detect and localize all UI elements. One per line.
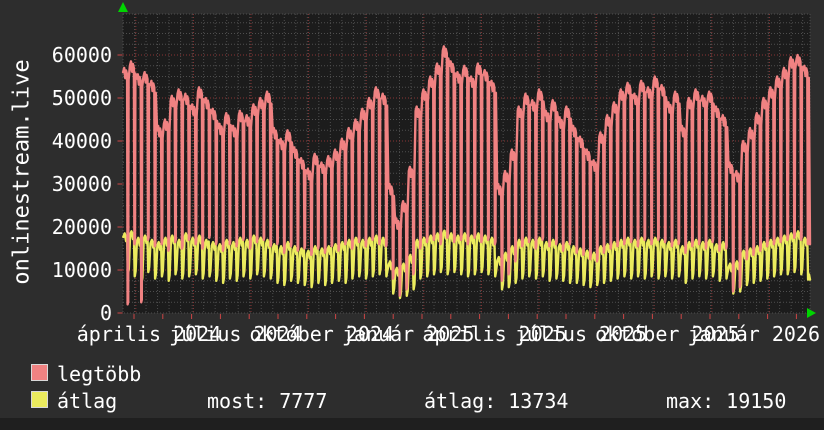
stat-most: most: 7777 [207,389,327,413]
legend-swatch-atlag [31,391,48,408]
stat-most-label: most: [207,389,268,413]
y-tick-label: 60000 [51,43,112,67]
y-tick-label: 40000 [51,129,112,153]
stat-max: max: 19150 [666,389,786,413]
stat-max-label: max: [666,389,715,413]
y-tick-label: 50000 [51,86,112,110]
legend-label-atlag: átlag [57,389,118,413]
plot-area [117,2,816,319]
legend-label-legtobb: legtöbb [57,362,142,386]
y-tick-label: 10000 [51,258,112,282]
stat-atlag: átlag: 13734 [424,389,568,413]
stat-max-value: 19150 [726,389,787,413]
stat-atlag-value: 13734 [508,389,569,413]
y-tick-label: 30000 [51,172,112,196]
y-tick-label: 20000 [51,215,112,239]
rrd-graph: onlinestream.live 0 10000 20000 30000 40000 5… [0,0,824,430]
legend-swatch-legtobb [31,364,48,381]
stat-most-value: 7777 [279,389,328,413]
stat-atlag-label: átlag: [424,389,497,413]
bottom-strip [0,418,824,430]
